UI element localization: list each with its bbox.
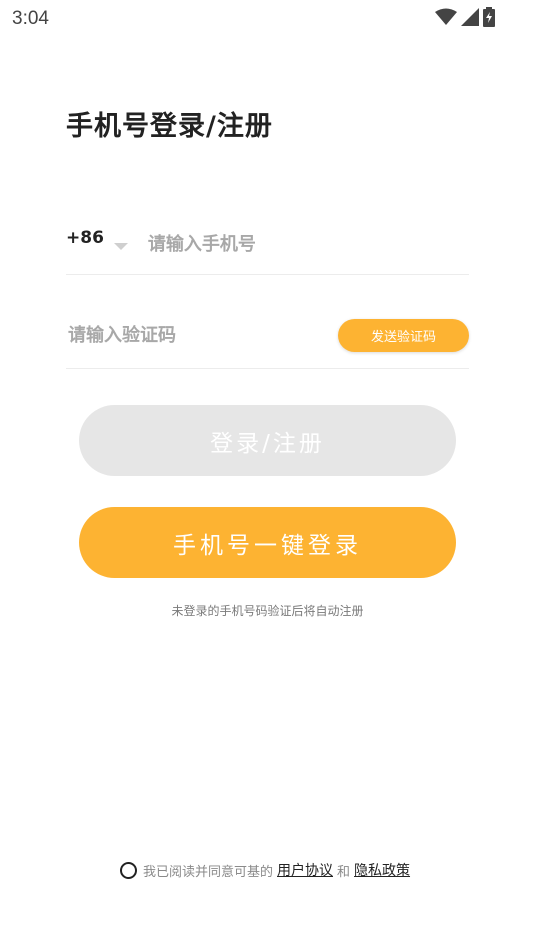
chevron-down-icon[interactable]	[113, 236, 128, 255]
phone-input[interactable]	[145, 232, 400, 256]
country-code-selector[interactable]: +86	[66, 228, 104, 248]
battery-icon	[483, 7, 495, 27]
send-code-button[interactable]: 发送验证码	[338, 318, 469, 352]
code-field-row: 发送验证码	[66, 302, 469, 369]
agreement-checkbox[interactable]	[120, 861, 137, 879]
status-time: 3:04	[12, 8, 49, 29]
phone-field-row: +86	[66, 214, 469, 275]
agreement-prefix: 我已阅读并同意可基的	[143, 864, 274, 880]
login-register-button[interactable]: 登录/注册	[79, 405, 456, 476]
auto-register-hint: 未登录的手机号码验证后将自动注册	[171, 604, 364, 618]
status-icons	[435, 7, 495, 27]
login-screen: 3:04 手机号登录/注册 +86 请输入手机号 请输入验证码 发送验证码 登录…	[0, 0, 535, 951]
verification-code-input[interactable]	[66, 323, 290, 347]
user-agreement-link[interactable]: 用户协议	[277, 860, 333, 880]
agreement-and: 和	[337, 864, 351, 880]
one-key-login-button[interactable]: 手机号一键登录	[79, 507, 456, 578]
page-title: 手机号登录/注册	[66, 111, 273, 142]
privacy-policy-link[interactable]: 隐私政策	[354, 860, 410, 880]
wifi-icon	[435, 8, 457, 26]
signal-icon	[461, 8, 479, 26]
agreement-row: 我已阅读并同意可基的 用户协议 和 隐私政策	[120, 860, 414, 880]
